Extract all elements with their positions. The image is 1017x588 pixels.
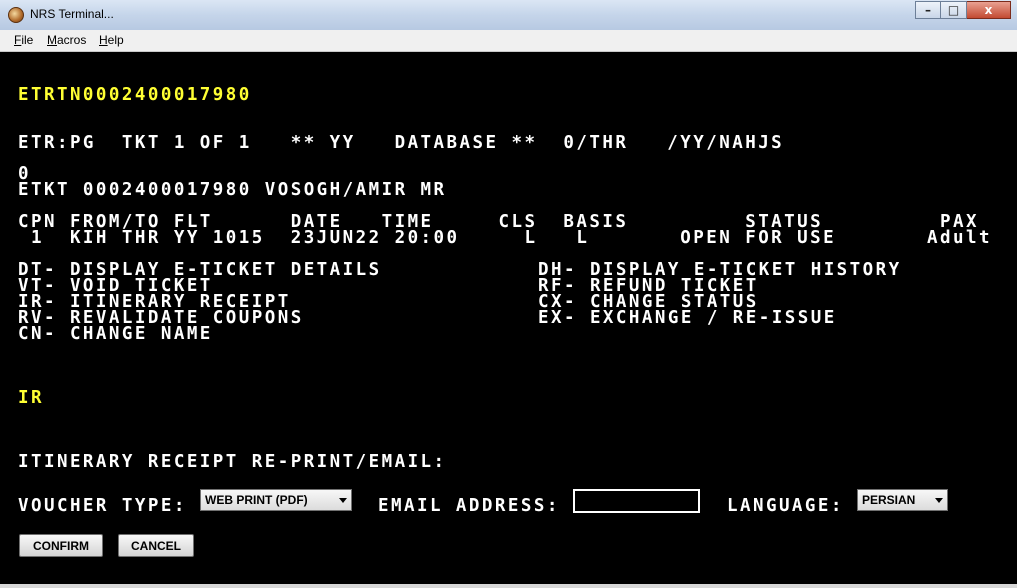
title-bar[interactable]: NRS Terminal... – □ x: [0, 0, 1017, 31]
chevron-down-icon: [339, 498, 347, 503]
etr-header-line: ETR:PG TKT 1 OF 1 ** YY DATABASE ** 0/TH…: [18, 133, 785, 153]
menu-help[interactable]: Help: [99, 33, 124, 47]
entered-command: IR: [18, 388, 44, 408]
maximize-button[interactable]: □: [941, 1, 967, 19]
voucher-type-label: VOUCHER TYPE:: [18, 496, 187, 516]
ticket-reference: ETRTN0002400017980: [18, 85, 252, 105]
language-value: PERSIAN: [862, 493, 916, 507]
language-select[interactable]: PERSIAN: [857, 489, 948, 511]
email-address-label: EMAIL ADDRESS:: [378, 496, 560, 516]
email-address-input[interactable]: [573, 489, 700, 513]
cancel-button[interactable]: CANCEL: [118, 534, 194, 557]
voucher-type-select[interactable]: WEB PRINT (PDF): [200, 489, 352, 511]
etkt-line: ETKT 0002400017980 VOSOGH/AMIR MR: [18, 180, 447, 200]
maximize-icon: □: [947, 3, 960, 17]
menu-bar: File Macros Help: [0, 30, 1017, 52]
confirm-button[interactable]: CONFIRM: [19, 534, 103, 557]
section-title: ITINERARY RECEIPT RE-PRINT/EMAIL:: [18, 452, 447, 472]
app-logo-icon: [8, 7, 24, 23]
menu-file[interactable]: File: [14, 33, 33, 47]
close-icon: x: [984, 3, 993, 17]
chevron-down-icon: [935, 498, 943, 503]
voucher-type-value: WEB PRINT (PDF): [205, 493, 308, 507]
minimize-button[interactable]: –: [915, 1, 941, 19]
language-label: LANGUAGE:: [727, 496, 844, 516]
option-change-name: CN- CHANGE NAME: [18, 324, 213, 344]
option-exchange-reissue: EX- EXCHANGE / RE-ISSUE: [538, 308, 837, 328]
window-controls: – □ x: [915, 1, 1011, 21]
menu-macros[interactable]: Macros: [47, 33, 86, 47]
window-title: NRS Terminal...: [30, 7, 114, 21]
minimize-icon: –: [925, 3, 931, 17]
coupon-row: 1 KIH THR YY 1015 23JUN22 20:00 L L OPEN…: [18, 228, 992, 248]
bottom-border: [0, 584, 1017, 588]
close-button[interactable]: x: [967, 1, 1011, 19]
